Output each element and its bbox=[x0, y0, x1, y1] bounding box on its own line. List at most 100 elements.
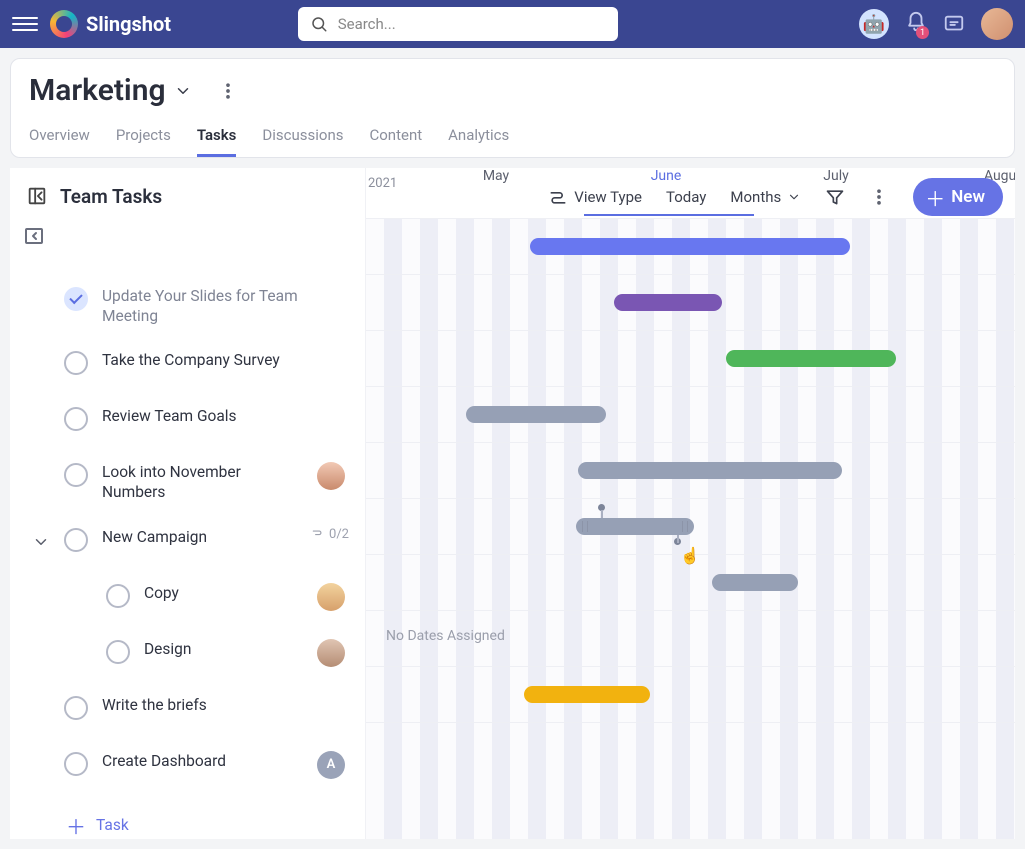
cursor-icon: ☝ bbox=[680, 546, 700, 565]
tab-discussions[interactable]: Discussions bbox=[262, 126, 343, 157]
gantt-row-sep bbox=[366, 274, 1015, 275]
task-checkbox[interactable] bbox=[64, 351, 88, 375]
more-icon[interactable] bbox=[869, 187, 889, 207]
task-checkbox[interactable] bbox=[106, 640, 130, 664]
task-label: Take the Company Survey bbox=[102, 350, 349, 370]
gantt-row-sep bbox=[366, 666, 1015, 667]
task-list: Update Your Slides for Team Meeting Take … bbox=[10, 254, 365, 839]
bot-avatar-icon[interactable]: 🤖 bbox=[859, 9, 889, 39]
menu-icon[interactable] bbox=[12, 11, 38, 37]
assignee-avatar[interactable] bbox=[317, 462, 345, 490]
task-row[interactable]: Design bbox=[10, 627, 365, 683]
plus-icon: ＋ bbox=[925, 183, 945, 212]
dependency-line bbox=[677, 535, 679, 543]
notifications-button[interactable]: 1 bbox=[905, 11, 927, 37]
search-box[interactable] bbox=[298, 7, 618, 41]
gantt-inner[interactable]: 2021MayJuneJulyAugust☝No Dates Assigned bbox=[366, 168, 1015, 839]
search-input[interactable] bbox=[338, 15, 606, 33]
task-checkbox[interactable] bbox=[64, 287, 88, 311]
gantt-bar[interactable] bbox=[576, 518, 694, 535]
today-button[interactable]: Today bbox=[666, 188, 706, 206]
gantt-bar[interactable] bbox=[466, 406, 606, 423]
task-checkbox[interactable] bbox=[64, 696, 88, 720]
pane-title: Team Tasks bbox=[60, 185, 162, 208]
task-row[interactable]: New Campaign0/2 bbox=[10, 515, 365, 571]
assignee-avatar[interactable] bbox=[317, 583, 345, 611]
task-row[interactable]: Copy bbox=[10, 571, 365, 627]
assignee-avatar[interactable]: A bbox=[317, 751, 345, 779]
gantt-row-sep bbox=[366, 386, 1015, 387]
task-label: Write the briefs bbox=[102, 695, 349, 715]
task-checkbox[interactable] bbox=[106, 584, 130, 608]
gantt-row-sep bbox=[366, 218, 1015, 219]
view-type-label: View Type bbox=[574, 188, 642, 206]
task-row[interactable]: Review Team Goals bbox=[10, 394, 365, 450]
gantt-row-sep bbox=[366, 330, 1015, 331]
subtask-count: 0/2 bbox=[311, 527, 349, 542]
today-label: Today bbox=[666, 188, 706, 206]
gantt-row-sep bbox=[366, 610, 1015, 611]
task-label: Design bbox=[144, 639, 303, 659]
task-label: Look into November Numbers bbox=[102, 462, 303, 502]
add-task-button[interactable]: ＋Task bbox=[10, 795, 365, 839]
tab-tasks[interactable]: Tasks bbox=[197, 126, 237, 157]
workspace-tabs: Overview Projects Tasks Discussions Content A… bbox=[29, 126, 996, 157]
task-label: Update Your Slides for Team Meeting bbox=[102, 286, 349, 326]
task-checkbox[interactable] bbox=[64, 752, 88, 776]
gantt-bar[interactable] bbox=[712, 574, 798, 591]
task-sidebar: Team Tasks Update Your Slides for Team M… bbox=[10, 168, 365, 839]
view-type-button[interactable]: View Type bbox=[548, 187, 642, 207]
chevron-down-icon bbox=[787, 190, 801, 204]
task-label: Copy bbox=[144, 583, 303, 603]
chevron-down-icon[interactable] bbox=[32, 533, 50, 551]
app-logo[interactable]: Slingshot bbox=[50, 10, 171, 38]
task-checkbox[interactable] bbox=[64, 463, 88, 487]
assignee-avatar[interactable] bbox=[317, 639, 345, 667]
tab-analytics[interactable]: Analytics bbox=[448, 126, 509, 157]
task-checkbox[interactable] bbox=[64, 528, 88, 552]
gantt-bar[interactable] bbox=[530, 238, 850, 255]
gantt-row-sep bbox=[366, 722, 1015, 723]
collapse-sidebar-icon[interactable] bbox=[22, 224, 46, 248]
task-row[interactable]: Update Your Slides for Team Meeting bbox=[10, 274, 365, 338]
pane-toolbar-right: View Type Today Months ＋ New bbox=[548, 178, 1003, 216]
gantt-year: 2021 bbox=[368, 176, 397, 191]
notification-badge: 1 bbox=[916, 26, 929, 39]
workspace-title[interactable]: Marketing bbox=[29, 73, 166, 108]
task-label: Create Dashboard bbox=[102, 751, 303, 771]
tab-projects[interactable]: Projects bbox=[116, 126, 171, 157]
workspace-header: Marketing Overview Projects Tasks Discussio… bbox=[10, 58, 1015, 158]
gantt-bar[interactable] bbox=[726, 350, 896, 367]
task-row[interactable]: Create Dashboard A bbox=[10, 739, 365, 795]
new-label: New bbox=[951, 187, 985, 207]
gantt-row-sep bbox=[366, 498, 1015, 499]
gantt-month[interactable]: May bbox=[466, 168, 526, 184]
gantt-bar[interactable] bbox=[614, 294, 722, 311]
task-row[interactable]: Look into November Numbers bbox=[10, 450, 365, 514]
view-type-icon bbox=[548, 187, 568, 207]
task-row[interactable]: Take the Company Survey bbox=[10, 338, 365, 394]
new-button[interactable]: ＋ New bbox=[913, 178, 1003, 216]
more-icon[interactable] bbox=[218, 81, 238, 101]
no-dates-label: No Dates Assigned bbox=[386, 628, 505, 644]
chevron-down-icon[interactable] bbox=[174, 82, 192, 100]
gantt-bar[interactable] bbox=[578, 462, 842, 479]
plus-icon: ＋ bbox=[66, 811, 86, 839]
tab-overview[interactable]: Overview bbox=[29, 126, 90, 157]
search-icon bbox=[310, 15, 328, 33]
gantt-row-sep bbox=[366, 442, 1015, 443]
topbar-right: 🤖 1 bbox=[859, 8, 1013, 40]
back-icon[interactable] bbox=[26, 185, 48, 207]
chat-icon[interactable] bbox=[943, 13, 965, 35]
user-avatar[interactable] bbox=[981, 8, 1013, 40]
filter-icon[interactable] bbox=[825, 187, 845, 207]
timescale-label: Months bbox=[730, 188, 781, 206]
task-row[interactable]: Write the briefs bbox=[10, 683, 365, 739]
body: Team Tasks Update Your Slides for Team M… bbox=[10, 168, 1015, 839]
gantt-bar[interactable] bbox=[524, 686, 650, 703]
top-bar: Slingshot 🤖 1 bbox=[0, 0, 1025, 48]
tab-content[interactable]: Content bbox=[369, 126, 422, 157]
task-checkbox[interactable] bbox=[64, 407, 88, 431]
task-label: Review Team Goals bbox=[102, 406, 349, 426]
timescale-button[interactable]: Months bbox=[730, 188, 801, 206]
